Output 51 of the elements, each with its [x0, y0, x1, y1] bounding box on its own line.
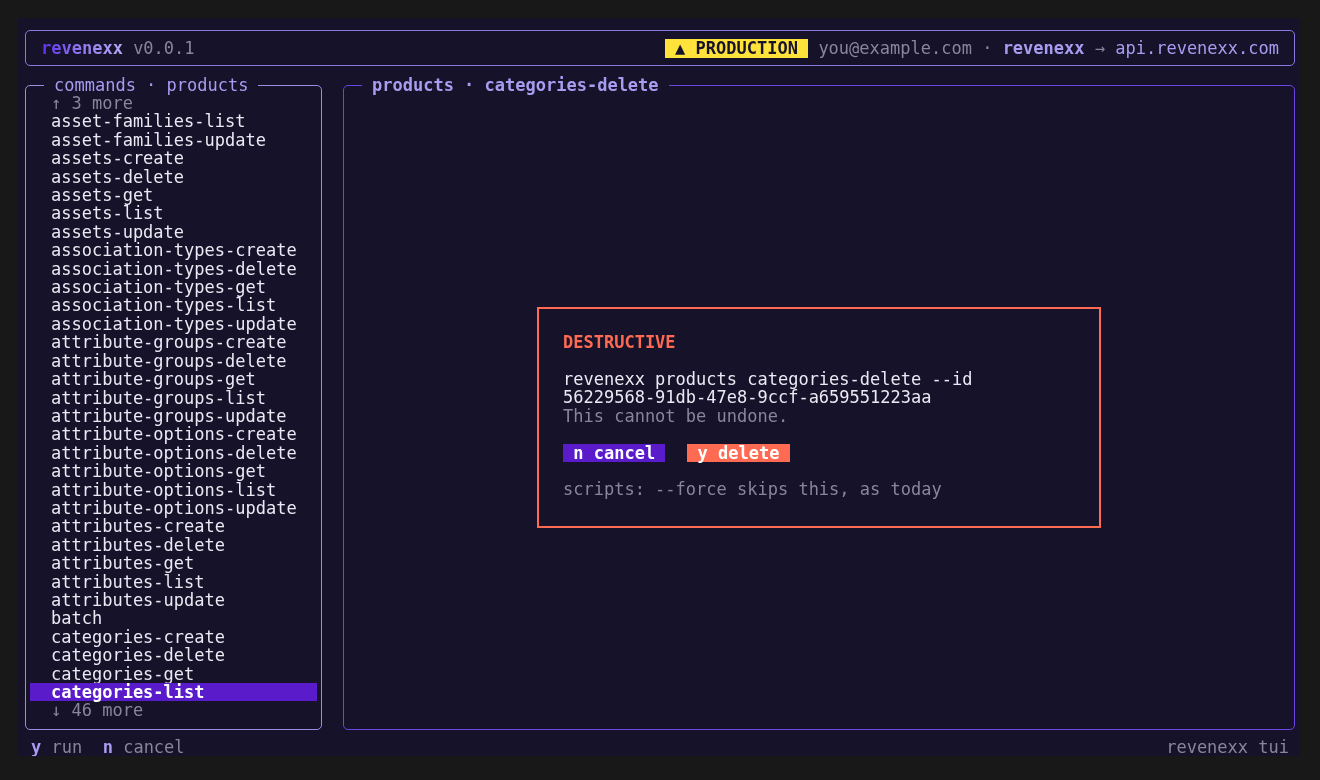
panel-title: commands · products	[53, 76, 250, 94]
command-item[interactable]: attributes-create	[30, 517, 317, 536]
command-item[interactable]: categories-get	[30, 664, 317, 683]
command-item[interactable]: attribute-options-delete	[30, 443, 317, 463]
more-indicator: ↑ 3 more	[50, 94, 133, 113]
command-item[interactable]: association-types-get	[30, 278, 317, 297]
profile-name: revenexx	[1002, 38, 1085, 58]
command-item[interactable]: association-types-list	[30, 296, 317, 315]
command-item[interactable]: attribute-options-list	[30, 480, 317, 499]
shortcut-key: y	[31, 738, 42, 756]
command-item[interactable]: attributes-list	[30, 572, 317, 591]
command-item[interactable]: attribute-options-get	[30, 462, 317, 481]
command-item[interactable]: assets-update	[30, 222, 317, 242]
app-label: revenexx tui	[1166, 738, 1289, 756]
command-item[interactable]: attribute-groups-list	[30, 388, 317, 407]
cancel-button[interactable]: n cancel	[563, 443, 666, 462]
version-label: v0.0.1	[133, 38, 195, 58]
command-item[interactable]: attribute-options-create	[30, 425, 317, 444]
shortcut-label: cancel	[123, 738, 185, 756]
more-indicator: ↓ 46 more	[50, 701, 144, 720]
user-email: you@example.com	[818, 38, 972, 58]
command-item[interactable]: assets-get	[30, 186, 317, 205]
command-text: revenexx products categories-delete --id 56229568-91db-47e8-9ccf-a659551223aa	[563, 370, 974, 407]
command-item[interactable]: attribute-groups-delete	[30, 351, 317, 371]
command-item[interactable]: association-types-create	[30, 241, 317, 260]
route-arrow: →	[1094, 38, 1105, 58]
command-item[interactable]: assets-create	[30, 149, 317, 168]
command-item[interactable]: association-types-update	[30, 314, 317, 334]
command-item[interactable]: categories-delete	[30, 646, 317, 665]
command-item[interactable]: attribute-groups-get	[30, 370, 317, 389]
command-item[interactable]: assets-delete	[30, 167, 317, 187]
command-item[interactable]: asset-families-list	[30, 112, 317, 131]
command-item[interactable]: assets-list	[30, 204, 317, 223]
shortcut-label: run	[51, 738, 83, 756]
shortcut-key: n	[102, 738, 113, 756]
command-item[interactable]: asset-families-update	[30, 130, 317, 150]
command-item[interactable]: categories-list	[30, 683, 317, 702]
command-item[interactable]: attributes-get	[30, 554, 317, 573]
dialog-heading: DESTRUCTIVE	[563, 333, 676, 352]
command-item[interactable]: association-types-delete	[30, 259, 317, 279]
command-item[interactable]: attributes-update	[30, 590, 317, 610]
panel-title: products · categories-delete	[371, 76, 660, 94]
separator-dot: ·	[982, 38, 993, 58]
environment-badge: ▲ PRODUCTION	[664, 38, 809, 58]
command-item[interactable]: attributes-delete	[30, 535, 317, 555]
command-item[interactable]: attribute-groups-create	[30, 333, 317, 352]
host-address: api.revenexx.com	[1115, 38, 1279, 58]
warning-text: This cannot be undone.	[563, 406, 789, 426]
command-item[interactable]: categories-create	[30, 627, 317, 647]
command-item[interactable]: batch	[30, 609, 317, 628]
dialog-note: scripts: --force skips this, as today	[563, 480, 942, 499]
